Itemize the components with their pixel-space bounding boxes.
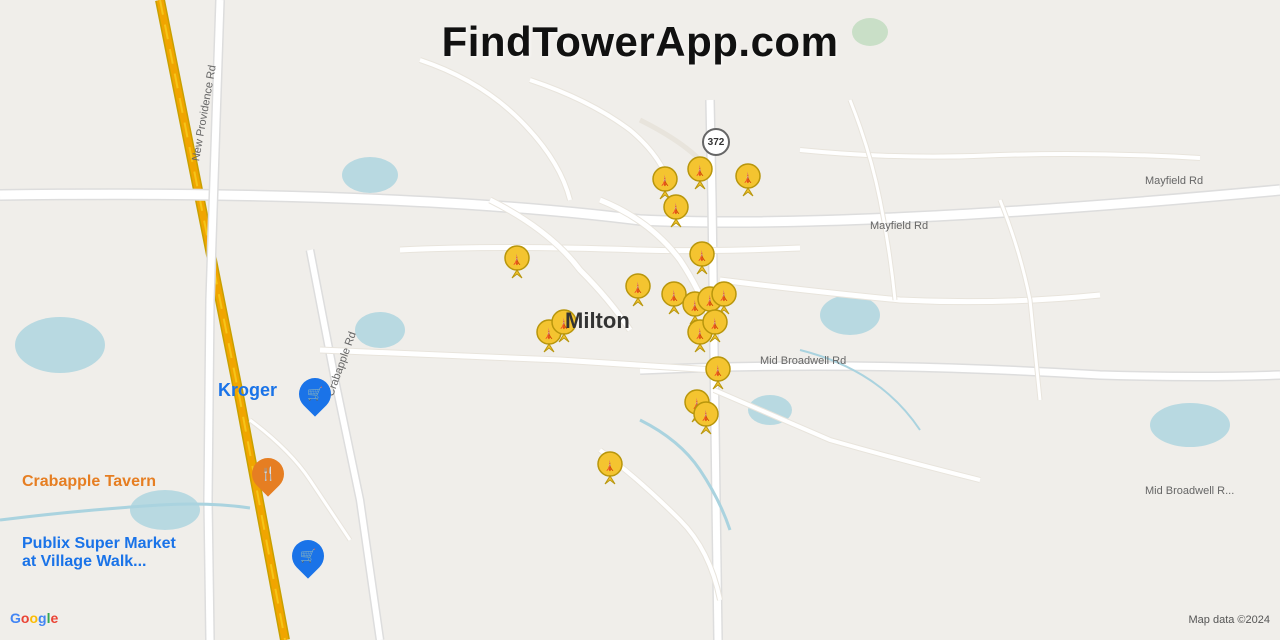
site-title: FindTowerApp.com	[442, 18, 839, 66]
map-svg	[0, 0, 1280, 640]
publix-pin[interactable]: 🛒	[292, 540, 324, 572]
google-logo: Google	[10, 610, 58, 626]
map-data-text: Map data ©2024	[1189, 614, 1271, 626]
crabapple-tavern-pin[interactable]: 🍴	[252, 458, 284, 490]
map-container[interactable]: FindTowerApp.com New Providence Rd Craba…	[0, 0, 1280, 640]
route-badge-372: 372	[702, 128, 730, 156]
kroger-pin[interactable]: 🛒	[299, 378, 331, 410]
